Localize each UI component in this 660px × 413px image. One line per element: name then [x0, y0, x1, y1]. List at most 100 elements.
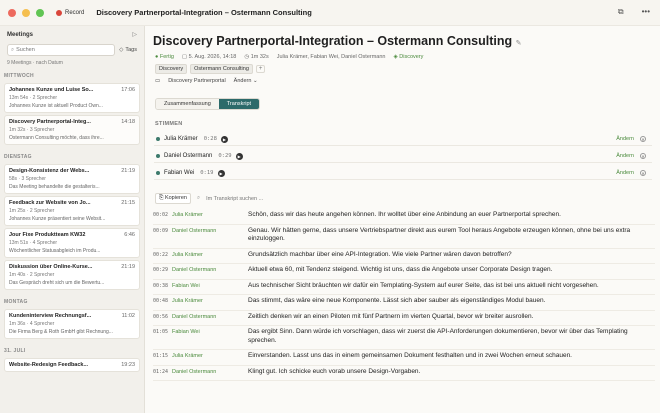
play-icon[interactable]: ▶: [220, 135, 228, 143]
tag-chip[interactable]: Ostermann Consulting: [190, 64, 253, 74]
transcript-text: Aus technischer Sicht bräuchten wir dafü…: [248, 281, 599, 289]
meeting-card-title: Kundeninterview Rechnungsf...: [9, 313, 92, 319]
meeting-card-snippet: Wöchentlicher Statusabgleich im Produ...: [9, 248, 101, 254]
sidebar-search-input[interactable]: [16, 47, 112, 53]
meeting-card-meta: 58s · 3 Sprecher: [9, 176, 46, 182]
meeting-title[interactable]: Discovery Partnerportal-Integration – Os…: [153, 34, 521, 48]
transcript-row[interactable]: 01:24 Daniel Ostermann Klingt gut. Ich s…: [153, 366, 655, 381]
speaker-name: Julia Krämer: [164, 136, 198, 142]
meeting-card-header: Jour Fixe Produktteam KW32 6:46: [9, 232, 135, 238]
transcript-row[interactable]: 01:15 Julia Krämer Einverstanden. Lasst …: [153, 350, 655, 366]
tags-button[interactable]: ◇ Tags: [119, 47, 137, 53]
folder-change-button[interactable]: Ändern ⌄: [234, 78, 258, 84]
search-icon: ⌕: [11, 46, 15, 53]
transcript-speaker: Daniel Ostermann: [172, 368, 217, 375]
transcript-timestamp[interactable]: 00:29: [153, 266, 172, 275]
meeting-card-meta: 13m 54s · 2 Sprecher: [9, 95, 58, 101]
transcript-search-input[interactable]: [206, 195, 367, 202]
meeting-card[interactable]: Kundeninterview Rechnungsf... 11:02 1m 3…: [4, 309, 140, 339]
transcript-timestamp[interactable]: 01:05: [153, 328, 172, 345]
transcript-timestamp[interactable]: 01:24: [153, 368, 172, 377]
add-tag-button[interactable]: +: [255, 65, 266, 73]
app-window: Record Discovery Partnerportal-Integrati…: [0, 0, 660, 413]
speakers-section-label: STIMMEN: [155, 121, 183, 127]
speaker-row: Fabian Wei 0:19 ▶ Ändern ✕: [154, 167, 652, 180]
transcript-row[interactable]: 00:56 Daniel Ostermann Zeitlich denken w…: [153, 311, 655, 326]
meeting-card-header: Feedback zur Website von Jo... 21:15: [9, 200, 135, 206]
meeting-card[interactable]: Design-Konsistenz der Webs... 21:19 58s …: [4, 164, 140, 194]
meeting-card[interactable]: Jour Fixe Produktteam KW32 6:46 13m 51s …: [4, 228, 140, 258]
meeting-card-snippet: Johannes Kunze präsentiert seine Websit.…: [9, 216, 106, 222]
transcript-row[interactable]: 00:09 Daniel Ostermann Genau. Wir hätten…: [153, 225, 655, 249]
speaker-name: Daniel Ostermann: [164, 153, 213, 159]
zoom-window-button[interactable]: [36, 8, 44, 17]
transcript-row[interactable]: 00:22 Julia Krämer Grundsätzlich machbar…: [153, 249, 655, 264]
folder-name: Discovery Partnerportal: [168, 78, 226, 84]
transcript-row[interactable]: 00:38 Fabian Wei Aus technischer Sicht b…: [153, 280, 655, 295]
close-window-button[interactable]: [8, 8, 16, 17]
transcript-timestamp[interactable]: 00:48: [153, 297, 172, 306]
transcript-text: Das stimmt, das wäre eine neue Komponent…: [248, 297, 546, 304]
folder-icon: ▭: [155, 78, 161, 84]
sidebar-icon[interactable]: ⧉: [618, 7, 624, 17]
transcript-timestamp[interactable]: 00:02: [153, 211, 172, 220]
search-icon: ⌕: [196, 195, 201, 201]
play-icon[interactable]: ▶: [217, 169, 225, 177]
copy-button[interactable]: ⎘ Kopieren: [155, 193, 191, 204]
meeting-card-meta: 1m 40s · 2 Sprecher: [9, 272, 55, 278]
transcript-timestamp[interactable]: 01:15: [153, 352, 172, 361]
sidebar: Meetings ▷ ⌕ ◇ Tags 9 Meetings · nach Da…: [0, 26, 145, 413]
window-title: Discovery Partnerportal-Integration – Os…: [96, 8, 312, 17]
transcript-text: Klingt gut. Ich schicke euch vorab unser…: [248, 367, 421, 375]
transcript-timestamp[interactable]: 00:09: [153, 227, 172, 244]
tab-summary[interactable]: Zusammenfassung: [156, 99, 219, 109]
speaker-name: Fabian Wei: [164, 170, 195, 176]
transcript-text: Einverstanden. Lasst uns das in einem ge…: [248, 352, 572, 359]
meeting-card[interactable]: Diskussion über Online-Kurse... 21:19 1m…: [4, 260, 140, 290]
close-icon[interactable]: ✕: [640, 153, 646, 159]
meeting-card-header: Discovery Partnerportal-Integ... 14:18: [9, 119, 135, 125]
transcript-timestamp[interactable]: 00:38: [153, 282, 172, 291]
meeting-card-title: Diskussion über Online-Kurse...: [9, 264, 93, 270]
tab-transcript[interactable]: Transkript: [218, 99, 260, 109]
meeting-card-title: Discovery Partnerportal-Integ...: [9, 119, 91, 125]
transcript-speaker: Julia Krämer: [172, 212, 203, 218]
transcript-row[interactable]: 00:29 Daniel Ostermann Aktuell etwa 60, …: [153, 264, 655, 280]
edit-pencil-icon[interactable]: ✎: [516, 40, 522, 47]
meeting-card[interactable]: Website-Redesign Feedback... 19:23: [4, 358, 140, 372]
speaker-color-dot: [156, 171, 160, 175]
transcript-row[interactable]: 00:48 Julia Krämer Das stimmt, das wäre …: [153, 295, 655, 311]
speaker-change-button[interactable]: Ändern: [616, 136, 634, 142]
close-icon[interactable]: ✕: [640, 170, 646, 176]
meeting-card-header: Kundeninterview Rechnungsf... 11:02: [9, 313, 135, 319]
tags-label: Tags: [125, 47, 137, 53]
transcript-row[interactable]: 01:05 Fabian Wei Das ergibt Sinn. Dann w…: [153, 326, 655, 350]
more-icon[interactable]: •••: [642, 7, 650, 17]
sidebar-search-box[interactable]: ⌕: [7, 44, 116, 56]
meeting-card[interactable]: Johannes Kunze und Luise So... 17:06 13m…: [4, 83, 140, 113]
record-button[interactable]: Record: [56, 9, 85, 16]
transcript-timestamp[interactable]: 00:22: [153, 251, 172, 260]
speaker-change-button[interactable]: Ändern: [616, 153, 634, 159]
tag-chip[interactable]: Discovery: [155, 64, 188, 74]
speaker-change-button[interactable]: Ändern: [616, 170, 634, 176]
meeting-card-meta: 1m 32s · 3 Sprecher: [9, 127, 55, 133]
transcript-timestamp[interactable]: 00:56: [153, 313, 172, 322]
transcript-speaker: Daniel Ostermann: [172, 267, 217, 273]
meeting-count: 9 Meetings · nach Datum: [7, 60, 63, 66]
sidebar-search-row: ⌕ ◇ Tags: [7, 44, 137, 56]
close-icon[interactable]: ✕: [640, 136, 646, 142]
meeting-card-title: Design-Konsistenz der Webs...: [9, 168, 90, 174]
chevron-right-icon[interactable]: ▷: [132, 31, 137, 38]
transcript-row[interactable]: 00:02 Julia Krämer Schön, dass wir das h…: [153, 209, 655, 225]
meeting-card-header: Johannes Kunze und Luise So... 17:06: [9, 87, 135, 93]
record-label: Record: [65, 9, 85, 16]
sidebar-title: Meetings: [7, 31, 34, 38]
play-icon[interactable]: ▶: [235, 152, 243, 160]
title-bar: Record Discovery Partnerportal-Integrati…: [0, 0, 660, 26]
meeting-card[interactable]: Discovery Partnerportal-Integ... 14:18 1…: [4, 115, 140, 145]
meeting-card-time: 17:06: [121, 87, 135, 93]
meeting-card[interactable]: Feedback zur Website von Jo... 21:15 1m …: [4, 196, 140, 226]
category-link[interactable]: ◈ Discovery: [393, 54, 423, 60]
minimize-window-button[interactable]: [22, 8, 30, 17]
